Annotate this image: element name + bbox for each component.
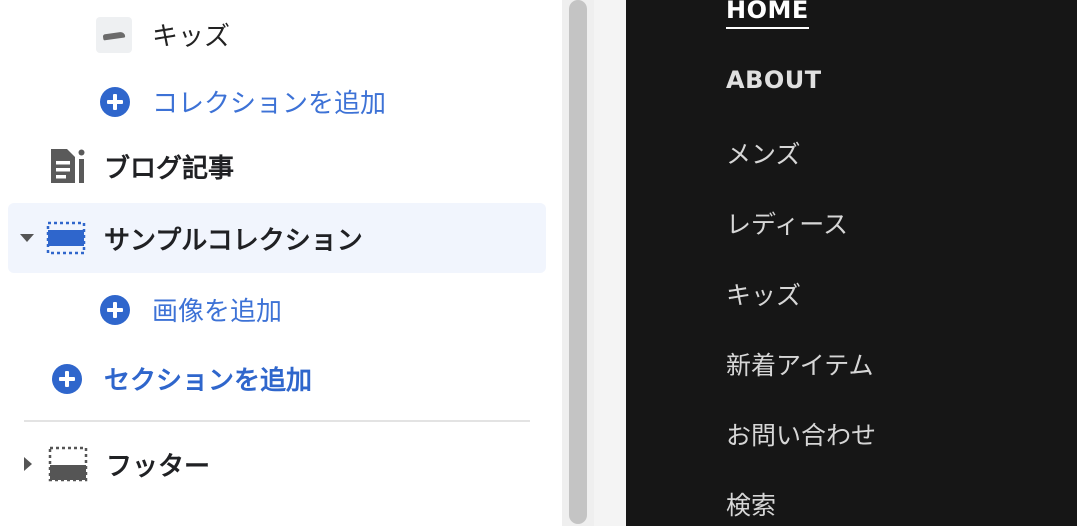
sidebar-divider <box>24 420 530 422</box>
plus-circle-icon <box>100 294 130 325</box>
caret-down-icon[interactable] <box>20 234 34 242</box>
footer-section[interactable]: フッター <box>24 444 556 484</box>
add-image-button[interactable]: 画像を追加 <box>100 291 556 328</box>
store-preview-menu: HOME ABOUT メンズ レディース キッズ 新着アイテム お問い合わせ 検… <box>626 0 1077 526</box>
blog-post-icon <box>48 146 88 186</box>
blog-posts-label: ブログ記事 <box>104 153 235 184</box>
plus-circle-icon <box>52 363 82 394</box>
add-collection-button[interactable]: コレクションを追加 <box>100 83 556 120</box>
menu-item-kids[interactable]: キッズ <box>726 276 801 312</box>
footer-label: フッター <box>106 451 211 482</box>
preview-gutter <box>594 0 626 526</box>
menu-item-new-items[interactable]: 新着アイテム <box>726 346 874 382</box>
product-thumbnail-icon <box>96 16 132 53</box>
collection-item-label: キッズ <box>152 22 231 52</box>
add-section-button[interactable]: セクションを追加 <box>52 360 556 397</box>
sample-collection-section[interactable]: サンプルコレクション <box>20 218 540 258</box>
blog-posts-section[interactable]: ブログ記事 <box>48 146 556 186</box>
menu-item-ladies[interactable]: レディース <box>726 205 848 241</box>
caret-right-icon[interactable] <box>24 457 32 471</box>
menu-item-mens[interactable]: メンズ <box>726 135 801 171</box>
sample-collection-label: サンプルコレクション <box>104 225 363 256</box>
add-image-label: 画像を追加 <box>152 297 283 327</box>
scrollbar-thumb[interactable] <box>569 0 587 524</box>
menu-item-home[interactable]: HOME <box>726 0 809 29</box>
collection-item-kids[interactable]: キッズ <box>96 16 556 53</box>
add-collection-label: コレクションを追加 <box>152 89 387 119</box>
plus-circle-icon <box>100 86 130 117</box>
menu-item-contact[interactable]: お問い合わせ <box>726 416 876 452</box>
footer-layout-icon <box>48 444 88 484</box>
add-section-label: セクションを追加 <box>104 366 313 396</box>
theme-editor-sidebar: キッズ コレクションを追加 ブログ記事 サンプルコレクション 画像を追加 セクシ… <box>0 0 562 526</box>
section-layout-icon <box>46 218 86 258</box>
menu-item-about[interactable]: ABOUT <box>726 66 822 94</box>
menu-item-search[interactable]: 検索 <box>726 486 776 522</box>
